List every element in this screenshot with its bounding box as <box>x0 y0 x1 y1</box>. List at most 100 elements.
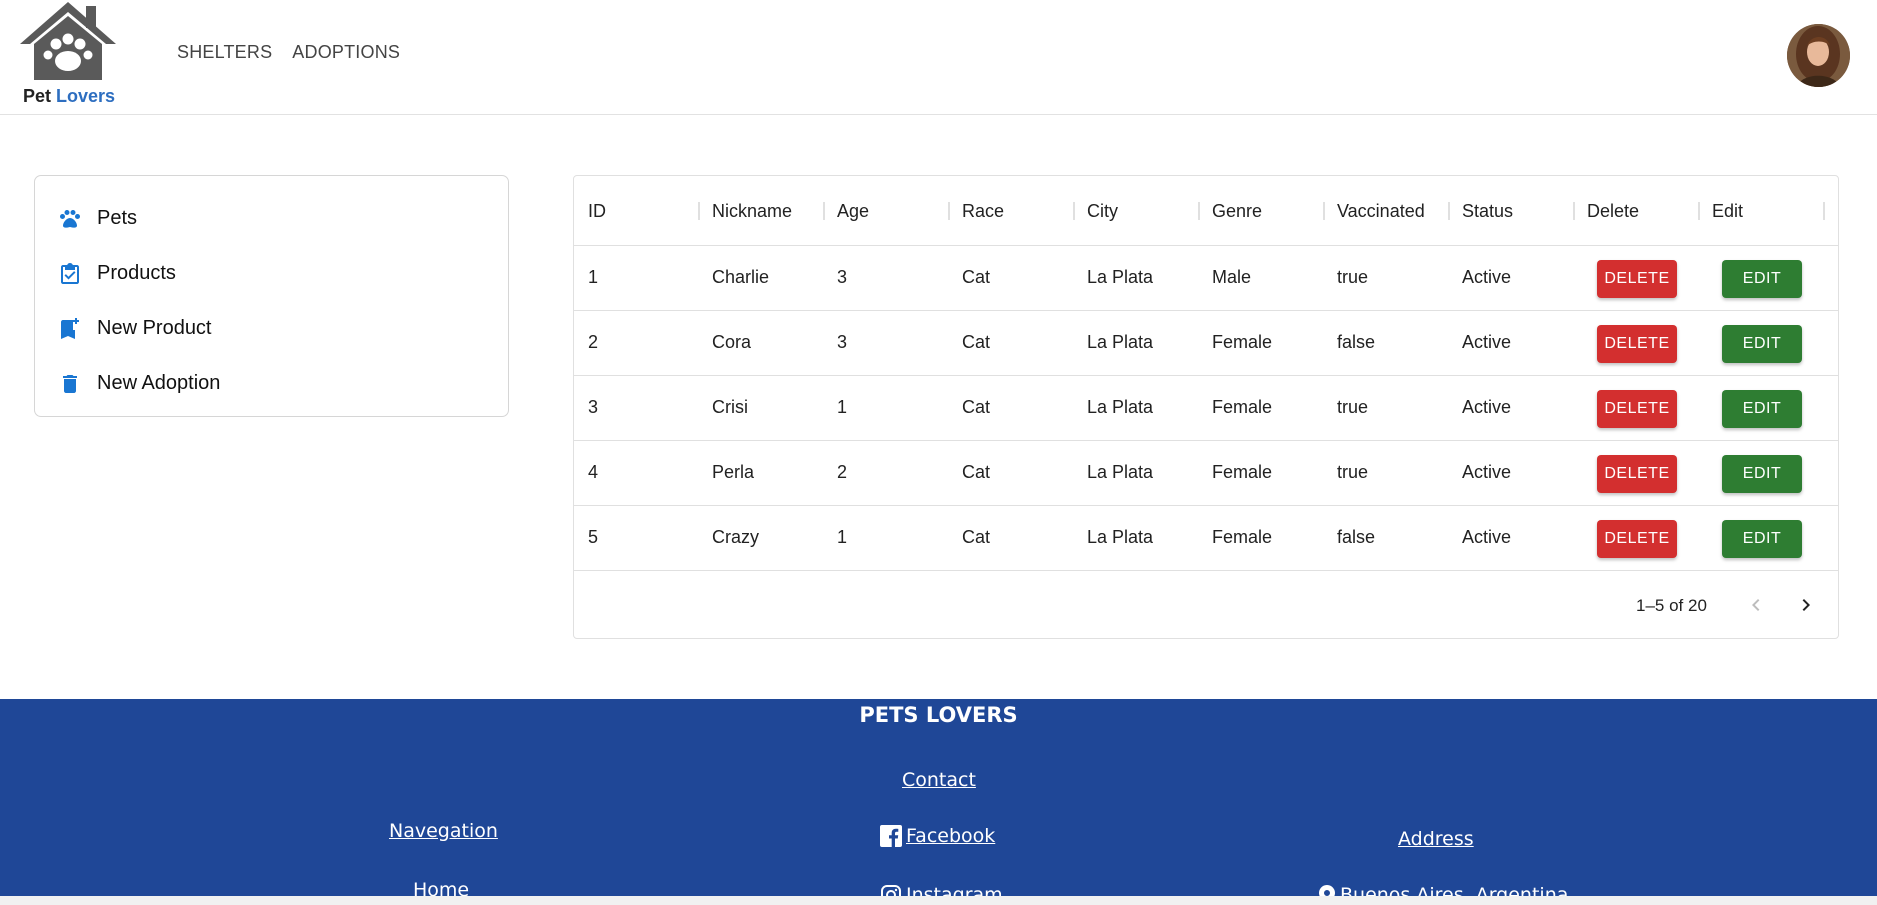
footer-facebook-link[interactable]: Facebook <box>880 825 995 847</box>
column-header-id[interactable]: ID <box>588 201 606 222</box>
chevron-left-icon[interactable] <box>1744 593 1768 617</box>
column-header-status[interactable]: Status <box>1462 201 1513 222</box>
cell-genre: Male <box>1212 267 1252 287</box>
cell-vaccinated: true <box>1337 397 1369 417</box>
cell-race: Cat <box>962 527 991 547</box>
delete-button[interactable]: DELETE <box>1597 520 1677 558</box>
cell-city: La Plata <box>1087 267 1154 287</box>
column-header-city[interactable]: City <box>1087 201 1118 222</box>
column-separator[interactable] <box>1698 202 1700 220</box>
cell-nickname: Cora <box>712 332 752 352</box>
nav-shelters[interactable]: SHELTERS <box>177 42 272 63</box>
column-separator[interactable] <box>698 202 700 220</box>
footer-title: PETS LOVERS <box>859 703 1018 727</box>
cell-age: 3 <box>837 267 848 287</box>
column-separator[interactable] <box>1073 202 1075 220</box>
house-paw-icon <box>20 2 116 80</box>
sidebar-item-label: Products <box>97 262 176 284</box>
delete-button[interactable]: DELETE <box>1597 455 1677 493</box>
edit-button[interactable]: EDIT <box>1722 455 1802 493</box>
sidebar-item-label: New Adoption <box>97 372 221 394</box>
cell-status: Active <box>1462 267 1512 287</box>
cell-city: La Plata <box>1087 397 1154 417</box>
trash-icon <box>57 371 83 397</box>
user-avatar[interactable] <box>1787 24 1850 87</box>
sidebar-item-pets[interactable]: Pets <box>35 191 508 246</box>
sidebar-item-products[interactable]: Products <box>35 246 508 301</box>
cell-status: Active <box>1462 397 1512 417</box>
table-row[interactable]: 1 Charlie 3 Cat La Plata Male true Activ… <box>574 246 1838 311</box>
cell-nickname: Perla <box>712 462 755 482</box>
column-separator[interactable] <box>1823 202 1825 220</box>
pets-data-grid: ID Nickname Age Race City Genre Vaccinat… <box>573 175 1839 639</box>
cell-vaccinated: true <box>1337 462 1369 482</box>
cell-race: Cat <box>962 267 991 287</box>
pagination-range: 1–5 of 20 <box>1636 596 1707 615</box>
column-header-edit[interactable]: Edit <box>1712 201 1743 222</box>
nav-adoptions[interactable]: ADOPTIONS <box>292 42 400 63</box>
cell-status: Active <box>1462 332 1512 352</box>
table-row[interactable]: 4 Perla 2 Cat La Plata Female true Activ… <box>574 441 1838 506</box>
site-footer: PETS LOVERS Contact Navegation Address F… <box>0 699 1877 905</box>
clipboard-check-icon <box>57 261 83 287</box>
main-nav: SHELTERS ADOPTIONS <box>177 42 400 63</box>
column-separator[interactable] <box>1198 202 1200 220</box>
edit-button[interactable]: EDIT <box>1722 390 1802 428</box>
cell-city: La Plata <box>1087 527 1154 547</box>
cell-age: 1 <box>837 527 848 547</box>
cell-race: Cat <box>962 332 991 352</box>
sidebar-item-label: Pets <box>97 207 138 229</box>
table-row[interactable]: 5 Crazy 1 Cat La Plata Female false Acti… <box>574 506 1838 571</box>
cell-status: Active <box>1462 527 1512 547</box>
column-separator[interactable] <box>948 202 950 220</box>
sidebar-item-new-adoption[interactable]: New Adoption <box>35 356 508 411</box>
chevron-right-icon[interactable] <box>1794 593 1818 617</box>
top-app-bar: Pet Lovers SHELTERS ADOPTIONS <box>0 0 1877 115</box>
cell-id: 2 <box>588 332 599 352</box>
cell-nickname: Charlie <box>712 267 770 287</box>
cell-race: Cat <box>962 397 991 417</box>
edit-button[interactable]: EDIT <box>1722 260 1802 298</box>
cell-nickname: Crazy <box>712 527 760 547</box>
column-header-nickname[interactable]: Nickname <box>712 201 792 222</box>
table-row[interactable]: 3 Crisi 1 Cat La Plata Female true Activ… <box>574 376 1838 441</box>
cell-age: 2 <box>837 462 848 482</box>
sidebar-menu: Pets Products New Product New Adoption <box>34 175 509 417</box>
delete-button[interactable]: DELETE <box>1597 390 1677 428</box>
cell-genre: Female <box>1212 527 1273 547</box>
column-header-vaccinated[interactable]: Vaccinated <box>1337 201 1425 222</box>
column-header-race[interactable]: Race <box>962 201 1004 222</box>
cell-genre: Female <box>1212 462 1273 482</box>
column-separator[interactable] <box>1573 202 1575 220</box>
bookmark-add-icon <box>57 316 83 342</box>
column-header-genre[interactable]: Genre <box>1212 201 1262 222</box>
cell-vaccinated: false <box>1337 527 1376 547</box>
column-header-delete[interactable]: Delete <box>1587 201 1639 222</box>
cell-city: La Plata <box>1087 462 1154 482</box>
cell-id: 4 <box>588 462 599 482</box>
cell-id: 1 <box>588 267 599 287</box>
edit-button[interactable]: EDIT <box>1722 325 1802 363</box>
logo-word-lovers: Lovers <box>56 86 116 106</box>
cell-age: 3 <box>837 332 848 352</box>
footer-address-link[interactable]: Address <box>1398 828 1474 850</box>
table-row[interactable]: 2 Cora 3 Cat La Plata Female false Activ… <box>574 311 1838 376</box>
footer-contact-link[interactable]: Contact <box>902 769 976 791</box>
edit-button[interactable]: EDIT <box>1722 520 1802 558</box>
facebook-icon <box>880 825 902 847</box>
cell-id: 5 <box>588 527 599 547</box>
column-separator[interactable] <box>1448 202 1450 220</box>
cell-vaccinated: true <box>1337 267 1369 287</box>
cell-age: 1 <box>837 397 848 417</box>
pet-lovers-logo[interactable]: Pet Lovers <box>18 0 122 112</box>
delete-button[interactable]: DELETE <box>1597 260 1677 298</box>
sidebar-item-new-product[interactable]: New Product <box>35 301 508 356</box>
column-header-age[interactable]: Age <box>837 201 869 222</box>
column-separator[interactable] <box>823 202 825 220</box>
browser-bottom-strip <box>0 896 1877 905</box>
column-separator[interactable] <box>1323 202 1325 220</box>
cell-status: Active <box>1462 462 1512 482</box>
delete-button[interactable]: DELETE <box>1597 325 1677 363</box>
cell-race: Cat <box>962 462 991 482</box>
footer-navigation-link[interactable]: Navegation <box>389 820 498 842</box>
